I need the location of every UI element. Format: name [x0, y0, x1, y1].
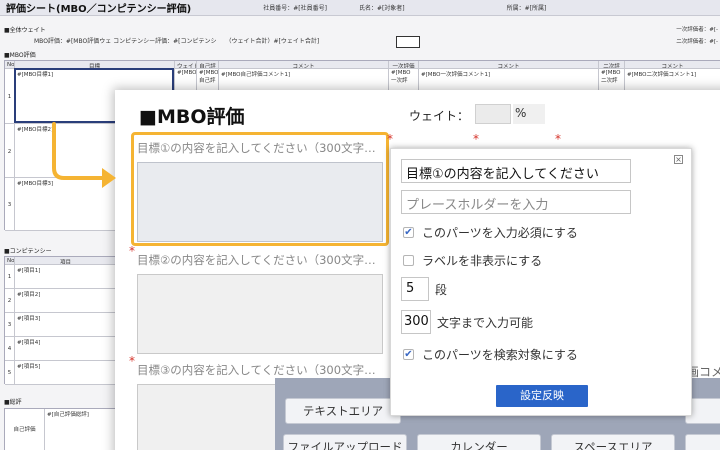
summary-section-title: ■総評 — [4, 399, 22, 406]
editor-title: ■MBO評価 — [139, 106, 245, 128]
hide-label-option[interactable]: ラベルを非表示にする — [403, 252, 542, 269]
mbo-header-second: 二次評 — [599, 61, 625, 69]
file-upload-part-button[interactable]: ファイルアップロード — [283, 434, 407, 450]
maxlength-unit: 文字まで入力可能 — [437, 315, 534, 330]
maxlength-input[interactable]: 300 — [401, 310, 431, 334]
label-text-input[interactable]: 目標①の内容を記入してください — [401, 159, 631, 183]
objective1-textarea[interactable] — [137, 162, 383, 242]
first-approver: 一次評価者：#[- — [676, 27, 718, 33]
summary-table: 自己評価 #[自己評価総評] — [4, 408, 117, 450]
required-asterisk: * — [129, 354, 135, 368]
space-area-part-button[interactable]: スペースエリア — [551, 434, 675, 450]
mbo-header-self: 自己評 — [197, 61, 219, 69]
maxlength-setting: 300 文字まで入力可能 — [401, 310, 533, 334]
comp-row-no: 1 — [5, 265, 15, 289]
comp-item-cell[interactable]: #[項目5] — [15, 361, 117, 385]
weight-label: ウェイト： — [409, 109, 470, 123]
required-option[interactable]: ✔ このパーツを入力必須にする — [403, 224, 578, 241]
department: 所属：#[所属] — [506, 5, 547, 12]
comp-header-no: No. — [5, 257, 15, 265]
mbo-second-sub: 二次評 — [601, 78, 618, 84]
comp-row-no: 5 — [5, 361, 15, 385]
summary-label: 自己評価 — [5, 409, 45, 450]
comp-row-no: 4 — [5, 337, 15, 361]
rows-setting: 5 段 — [401, 277, 447, 301]
second-approver: 二次評価者：#[- — [676, 39, 718, 45]
objective3-label: 目標③の内容を記入してください（300文字… — [137, 363, 376, 377]
mbo-row-no: 2 — [5, 124, 15, 178]
comp-item-cell[interactable]: #[項目1] — [15, 265, 117, 289]
sheet-title: 評価シート(MBO／コンピテンシー評価) — [6, 4, 192, 15]
mbo-header-comment: コメント — [219, 61, 389, 69]
mbo-second-value: #[MBO — [601, 70, 621, 76]
comp-item-cell[interactable]: #[項目4] — [15, 337, 117, 361]
calendar-part-button[interactable]: カレンダー — [417, 434, 541, 450]
palette-part-button[interactable] — [685, 434, 720, 450]
mbo-header-first-comment: コメント — [419, 61, 599, 69]
textarea-part-button[interactable]: テキストエリア — [285, 398, 401, 424]
weight-box[interactable] — [396, 36, 420, 48]
competency-table: No. 項目 1 #[項目1] 2 #[項目2] 3 #[項目3] 4 #[項目… — [4, 256, 117, 385]
weight-unit: % — [513, 104, 545, 124]
pointer-arrow-icon — [52, 122, 116, 188]
hide-label-option-label: ラベルを非表示にする — [422, 254, 543, 268]
summary-cell[interactable]: #[自己評価総評] — [45, 409, 117, 450]
apply-settings-button[interactable]: 設定反映 — [496, 385, 588, 407]
searchable-checkbox[interactable]: ✔ — [403, 349, 414, 360]
total-weight-section: ■全体ウェイト — [4, 27, 46, 34]
rows-unit: 段 — [435, 282, 448, 297]
comp-row-no: 3 — [5, 313, 15, 337]
objective2-textarea[interactable] — [137, 274, 383, 354]
required-asterisk: * — [555, 132, 561, 146]
close-icon[interactable]: × — [674, 155, 683, 164]
mbo-first-value: #[MBO — [391, 70, 411, 76]
objective2-label: 目標②の内容を記入してください（300文字… — [137, 253, 376, 267]
mbo-row-no: 3 — [5, 178, 15, 231]
rows-input[interactable]: 5 — [401, 277, 429, 301]
comp-item-cell[interactable]: #[項目3] — [15, 313, 117, 337]
hide-label-checkbox[interactable] — [403, 255, 414, 266]
mbo-header-first: 一次評価 — [389, 61, 419, 69]
searchable-option[interactable]: ✔ このパーツを検索対象にする — [403, 346, 578, 363]
mbo-header-weight: ウェイト — [175, 61, 197, 69]
sheet-header: 評価シート(MBO／コンピテンシー評価) 社員番号：#[社員番号] 氏名：#[対… — [0, 0, 720, 16]
required-asterisk: * — [473, 132, 479, 146]
mbo-first-sub: 一次評 — [391, 78, 408, 84]
employee-name: 氏名：#[対象者] — [358, 5, 405, 12]
weight-line: MBO評価：#[MBO評価ウェ コンピテンシー評価：#[コンピテンシ （ウェイト… — [34, 38, 320, 45]
mbo-section-title: ■MBO評価 — [4, 52, 36, 59]
part-settings-popup: × 目標①の内容を記入してください プレースホルダーを入力 ✔ このパーツを入力… — [390, 148, 692, 416]
required-checkbox[interactable]: ✔ — [403, 227, 414, 238]
required-asterisk: * — [129, 244, 135, 258]
comp-row-no: 2 — [5, 289, 15, 313]
weight-input[interactable] — [475, 104, 511, 124]
objective1-label: 目標①の内容を記入してください（300文字… — [137, 141, 376, 155]
mbo-self-sub: 自己評 — [199, 78, 216, 84]
placeholder-input[interactable]: プレースホルダーを入力 — [401, 190, 631, 214]
mbo-header-second-comment: コメント — [625, 61, 720, 69]
comp-header-item: 項目 — [15, 257, 117, 265]
required-option-label: このパーツを入力必須にする — [422, 226, 578, 240]
required-asterisk: * — [387, 132, 393, 146]
comp-item-cell[interactable]: #[項目2] — [15, 289, 117, 313]
employee-number: 社員番号：#[社員番号] — [263, 5, 327, 12]
competency-section-title: ■コンピテンシー — [4, 248, 52, 255]
searchable-option-label: このパーツを検索対象にする — [422, 348, 578, 362]
mbo-self-value: #[MBO — [199, 70, 219, 76]
